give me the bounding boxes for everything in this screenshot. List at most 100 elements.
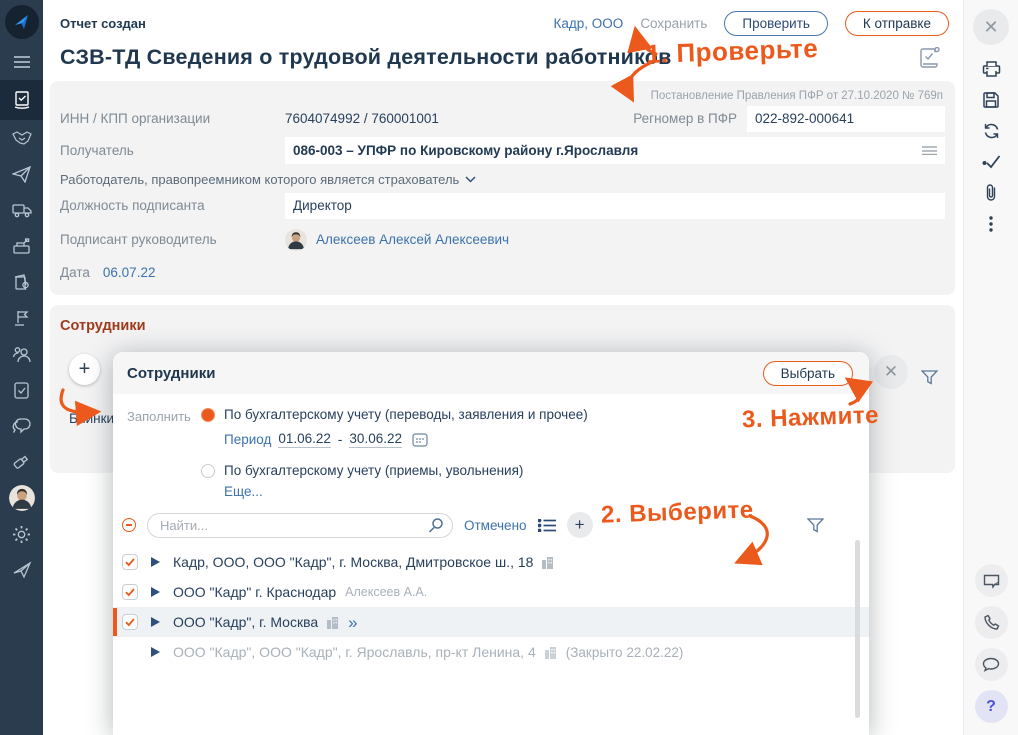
org-link[interactable]: Кадр, ООО bbox=[554, 16, 624, 31]
send-button[interactable]: К отправке bbox=[845, 11, 949, 36]
sidebar-item-reports[interactable] bbox=[0, 80, 43, 120]
chat-bubble-icon[interactable] bbox=[975, 648, 1008, 681]
save-icon[interactable] bbox=[973, 84, 1009, 115]
employer-toggle[interactable]: Работодатель, правопреемником которого я… bbox=[60, 172, 945, 187]
menu-icon[interactable] bbox=[0, 44, 43, 80]
expand-triangle-icon[interactable] bbox=[151, 587, 160, 597]
row-text: Кадр, ООО, ООО "Кадр", г. Москва, Дмитро… bbox=[173, 554, 533, 570]
usb-drive-icon[interactable] bbox=[0, 444, 43, 480]
date-value[interactable]: 06.07.22 bbox=[103, 265, 156, 280]
period-link[interactable]: Период bbox=[224, 432, 271, 447]
expand-triangle-icon[interactable] bbox=[151, 557, 160, 567]
table-row-selected[interactable]: ООО "Кадр", г. Москва » bbox=[113, 607, 869, 637]
check-icon[interactable] bbox=[973, 146, 1009, 177]
checkbox-placeholder bbox=[122, 644, 138, 660]
close-icon[interactable]: ✕ bbox=[973, 9, 1009, 45]
radio-on-icon[interactable] bbox=[201, 408, 215, 422]
clipboard-check-icon[interactable] bbox=[0, 372, 43, 408]
row-text: ООО "Кадр", ООО "Кадр", г. Ярославль, пр… bbox=[173, 644, 536, 660]
save-link[interactable]: Сохранить bbox=[640, 16, 707, 31]
report-form-panel: Постановление Правления ПФР от 27.10.202… bbox=[50, 81, 955, 295]
inn-value: 7604074992 / 760001001 bbox=[285, 111, 439, 126]
regnum-input[interactable] bbox=[747, 106, 945, 132]
report-status: Отчет создан bbox=[60, 16, 146, 31]
user-avatar[interactable] bbox=[0, 480, 43, 516]
cash-register-icon[interactable] bbox=[0, 228, 43, 264]
paper-plane-icon[interactable] bbox=[0, 156, 43, 192]
page-title: СЗВ-ТД Сведения о трудовой деятельности … bbox=[60, 45, 963, 70]
table-row[interactable]: ООО "Кадр" г. Краснодар Алексеев А.А. bbox=[113, 577, 869, 607]
recipient-label: Получатель bbox=[60, 143, 285, 158]
building-icon bbox=[326, 616, 339, 629]
expand-triangle-icon[interactable] bbox=[151, 617, 160, 627]
checkbox-checked[interactable] bbox=[122, 554, 138, 570]
scrollbar[interactable] bbox=[855, 540, 860, 718]
regulation-note: Постановление Правления ПФР от 27.10.202… bbox=[60, 87, 945, 104]
checkbox-checked[interactable] bbox=[122, 584, 138, 600]
calendar-icon[interactable] bbox=[412, 432, 428, 447]
paperclip-icon[interactable] bbox=[973, 177, 1009, 208]
marked-link[interactable]: Отмечено bbox=[464, 518, 527, 533]
radio-accounting-hires[interactable]: По бухгалтерскому учету (приемы, увольне… bbox=[201, 463, 588, 478]
table-row[interactable]: ООО "Кадр", ООО "Кадр", г. Ярославль, пр… bbox=[113, 637, 869, 667]
double-chevron-icon[interactable]: » bbox=[348, 614, 357, 631]
dialog-title: Сотрудники bbox=[127, 365, 215, 382]
check-button[interactable]: Проверить bbox=[724, 11, 828, 36]
refresh-icon[interactable] bbox=[973, 115, 1009, 146]
bird-icon[interactable] bbox=[0, 552, 43, 588]
handshake-icon[interactable] bbox=[0, 120, 43, 156]
app-window: Отчет создан Кадр, ООО Сохранить Провери… bbox=[0, 0, 1018, 735]
collapse-all-icon[interactable] bbox=[122, 518, 136, 532]
note-icon[interactable] bbox=[975, 564, 1008, 597]
flag-icon[interactable] bbox=[0, 300, 43, 336]
modal-filter-funnel-icon[interactable] bbox=[807, 518, 824, 533]
gear-icon[interactable] bbox=[0, 516, 43, 552]
add-employee-button[interactable]: + bbox=[69, 354, 100, 385]
search-input[interactable] bbox=[147, 513, 453, 538]
radio-off-icon[interactable] bbox=[201, 464, 215, 478]
signer-link[interactable]: Алексеев Алексей Алексеевич bbox=[316, 232, 509, 247]
more-link[interactable]: Еще... bbox=[224, 484, 263, 499]
period-to[interactable]: 30.06.22 bbox=[349, 431, 402, 448]
report-check-icon[interactable] bbox=[917, 47, 941, 74]
filter-funnel-icon[interactable] bbox=[921, 370, 938, 390]
employee-org-list: Кадр, ООО, ООО "Кадр", г. Москва, Дмитро… bbox=[113, 547, 869, 667]
row-text: ООО "Кадр" г. Краснодар bbox=[173, 584, 336, 600]
period-from[interactable]: 01.06.22 bbox=[278, 431, 331, 448]
radio2-label: По бухгалтерскому учету (приемы, увольне… bbox=[224, 463, 523, 478]
employees-dialog: Сотрудники Выбрать Заполнить По бухгалте… bbox=[113, 352, 869, 735]
printer-icon[interactable] bbox=[973, 53, 1009, 84]
recipient-menu-icon[interactable] bbox=[922, 146, 937, 155]
avatar-photo bbox=[9, 485, 35, 511]
phone-icon[interactable] bbox=[975, 606, 1008, 639]
position-input[interactable] bbox=[285, 193, 945, 219]
add-button[interactable]: + bbox=[567, 512, 593, 538]
signer-label: Подписант руководитель bbox=[60, 232, 285, 247]
building-icon bbox=[544, 646, 557, 659]
checkbox-checked[interactable] bbox=[122, 614, 138, 630]
table-row[interactable]: Кадр, ООО, ООО "Кадр", г. Москва, Дмитро… bbox=[113, 547, 869, 577]
documents-pin-icon[interactable] bbox=[0, 264, 43, 300]
radio-accounting-transfers[interactable]: По бухгалтерскому учету (переводы, заявл… bbox=[201, 407, 588, 422]
date-label: Дата bbox=[60, 265, 90, 280]
more-vert-icon[interactable] bbox=[973, 208, 1009, 239]
radio1-label: По бухгалтерскому учету (переводы, заявл… bbox=[224, 407, 588, 422]
truck-icon[interactable] bbox=[0, 192, 43, 228]
list-view-icon[interactable] bbox=[538, 519, 556, 532]
fill-label: Заполнить bbox=[127, 407, 201, 501]
expand-triangle-icon[interactable] bbox=[151, 647, 160, 657]
chat-icon[interactable] bbox=[0, 408, 43, 444]
employer-toggle-label: Работодатель, правопреемником которого я… bbox=[60, 172, 459, 187]
row-suffix: Алексеев А.А. bbox=[345, 585, 427, 599]
people-icon[interactable] bbox=[0, 336, 43, 372]
building-icon bbox=[541, 556, 554, 569]
help-icon[interactable]: ? bbox=[975, 690, 1008, 723]
select-button[interactable]: Выбрать bbox=[763, 361, 853, 386]
dialog-header: Сотрудники Выбрать bbox=[113, 352, 869, 394]
saby-logo[interactable] bbox=[0, 0, 43, 44]
regnum-label: Регномер в ПФР bbox=[633, 111, 737, 126]
search-icon[interactable] bbox=[428, 517, 444, 538]
recipient-field[interactable]: 086-003 – УПФР по Кировскому району г.Яр… bbox=[285, 137, 945, 164]
row-suffix: (Закрыто 22.02.22) bbox=[566, 645, 684, 660]
modal-close-icon[interactable]: ✕ bbox=[874, 355, 908, 389]
